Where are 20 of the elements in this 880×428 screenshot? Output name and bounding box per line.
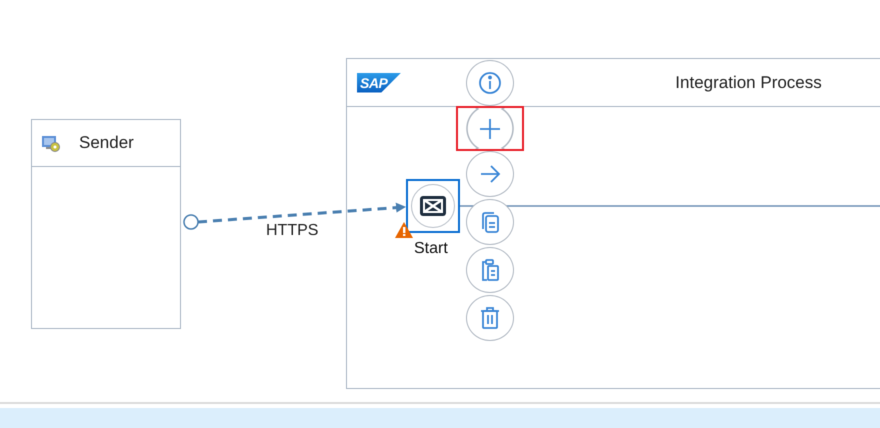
add-icon (478, 116, 502, 140)
menu-add-button[interactable] (458, 108, 522, 149)
connection-arrow[interactable] (198, 202, 406, 224)
menu-paste-button[interactable] (466, 247, 514, 293)
connection-label: HTTPS (266, 222, 318, 240)
menu-connect-button[interactable] (466, 151, 514, 197)
monitor-icon (41, 134, 61, 152)
sender-box[interactable]: Sender (31, 119, 181, 329)
start-label: Start (414, 240, 448, 258)
delete-icon (478, 306, 502, 330)
envelope-icon (420, 196, 446, 216)
menu-copy-button[interactable] (466, 199, 514, 245)
menu-info-button[interactable] (466, 60, 514, 106)
process-title: Integration Process (675, 72, 822, 92)
menu-delete-button[interactable] (466, 295, 514, 341)
sap-logo: SAP (357, 72, 402, 92)
info-icon (478, 71, 502, 95)
start-event[interactable] (406, 179, 460, 233)
sender-title: Sender (79, 133, 134, 153)
connection-port[interactable] (183, 214, 199, 230)
